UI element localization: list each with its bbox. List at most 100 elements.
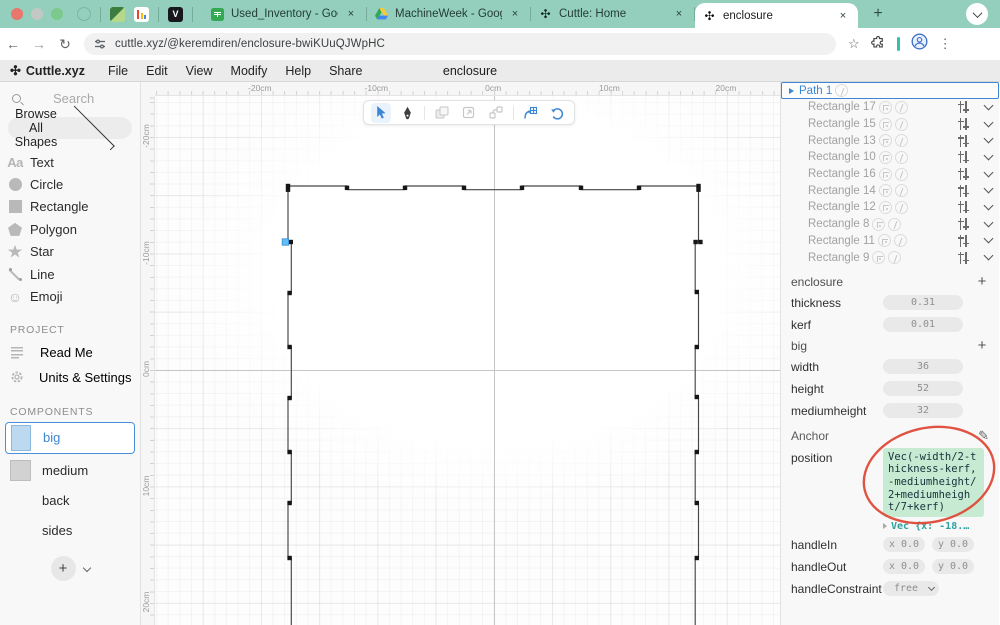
path-node[interactable] xyxy=(578,185,584,190)
path-node[interactable] xyxy=(696,187,701,192)
property-value-input[interactable]: 32 xyxy=(883,403,963,419)
select-tool-button[interactable] xyxy=(370,102,391,123)
corner-radius-icon[interactable] xyxy=(878,117,892,131)
layer-item-rectangle-9[interactable]: Rectangle 9 xyxy=(781,249,999,266)
layer-item-rectangle-17[interactable]: Rectangle 17 xyxy=(781,99,999,116)
path-node[interactable] xyxy=(287,449,292,455)
sidebar-shape-polygon[interactable]: Polygon xyxy=(0,218,140,240)
sidebar-item-readme[interactable]: Read Me xyxy=(0,340,140,365)
position-value-preview[interactable]: Vec {x: -18.… xyxy=(883,519,989,534)
modifier-tool-button[interactable] xyxy=(520,103,540,123)
layer-item-rectangle-12[interactable]: Rectangle 12 xyxy=(781,199,999,216)
path-node[interactable] xyxy=(287,290,292,296)
design-canvas[interactable]: -30cm-20cm-10cm0cm10cm20cm -20cm-10cm0cm… xyxy=(141,82,780,625)
path-node[interactable] xyxy=(287,395,292,401)
sidebar-shape-star[interactable]: Star xyxy=(0,241,140,263)
sidebar-shape-line[interactable]: Line xyxy=(0,263,140,285)
stroke-style-icon[interactable] xyxy=(894,150,908,164)
browser-tab-1[interactable]: Used_Inventory - Google Sh × xyxy=(203,0,366,28)
path-node[interactable] xyxy=(287,500,292,506)
chevron-down-icon[interactable] xyxy=(983,250,994,261)
sidebar-shape-text[interactable]: Aa Text xyxy=(0,151,140,173)
path-node[interactable] xyxy=(694,344,699,350)
path-node[interactable] xyxy=(694,394,699,400)
layer-item-rectangle-15[interactable]: Rectangle 15 xyxy=(781,116,999,133)
browser-tab-3[interactable]: ✣ Cuttle: Home × xyxy=(531,0,694,28)
path-node[interactable] xyxy=(694,449,699,455)
handlein-x-input[interactable]: x 0.0 xyxy=(883,537,925,553)
component-big[interactable]: big xyxy=(5,421,135,454)
new-tab-button[interactable]: + xyxy=(868,5,888,23)
selected-path-node[interactable] xyxy=(281,238,289,246)
path-node[interactable] xyxy=(344,185,350,190)
stroke-style-icon[interactable] xyxy=(894,100,908,114)
modifiers-icon[interactable] xyxy=(958,184,969,197)
property-value-input[interactable]: 36 xyxy=(883,359,963,375)
path-node[interactable] xyxy=(694,500,699,506)
add-component-button[interactable]: + xyxy=(50,555,76,581)
corner-radius-icon[interactable] xyxy=(878,167,892,181)
modifiers-icon[interactable] xyxy=(958,234,969,247)
component-medium[interactable]: medium xyxy=(0,456,140,486)
layer-item-path-1[interactable]: Path 1 xyxy=(781,82,999,99)
edit-pencil-icon[interactable]: ✎ xyxy=(978,428,989,444)
property-value-input[interactable]: 52 xyxy=(883,381,963,397)
component-sides[interactable]: sides xyxy=(0,516,140,546)
menu-share[interactable]: Share xyxy=(320,64,371,78)
menu-file[interactable]: File xyxy=(99,64,137,78)
photos-app-icon[interactable] xyxy=(110,6,125,22)
corner-radius-icon[interactable] xyxy=(877,234,891,248)
chevron-down-icon[interactable] xyxy=(983,117,994,127)
path-node[interactable] xyxy=(519,185,525,190)
chevron-down-icon[interactable] xyxy=(983,217,994,228)
profile-avatar[interactable] xyxy=(911,33,928,55)
sidebar-shape-emoji[interactable]: ☺ Emoji xyxy=(0,285,140,307)
path-1-shape[interactable] xyxy=(141,82,780,625)
browse-all-shapes-button[interactable]: Browse All Shapes xyxy=(8,105,132,151)
boolean-tool-button[interactable] xyxy=(432,103,452,123)
zoom-window-button[interactable] xyxy=(51,8,63,20)
sidebar-item-units-settings[interactable]: Units & Settings xyxy=(0,365,140,390)
modifiers-icon[interactable] xyxy=(958,101,969,114)
modifiers-icon[interactable] xyxy=(958,168,969,181)
chevron-down-icon[interactable] xyxy=(983,133,994,144)
forward-button[interactable]: → xyxy=(26,36,52,52)
stroke-style-icon[interactable] xyxy=(893,234,907,248)
expand-triangle-icon[interactable] xyxy=(789,87,794,94)
rotate-tool-button[interactable] xyxy=(547,103,567,123)
layer-item-rectangle-14[interactable]: Rectangle 14 xyxy=(781,182,999,199)
path-node[interactable] xyxy=(287,344,292,350)
corner-radius-icon[interactable] xyxy=(872,251,886,265)
stroke-style-icon[interactable] xyxy=(894,117,908,131)
expand-triangle-icon[interactable] xyxy=(883,523,887,530)
component-back[interactable]: back xyxy=(0,486,140,516)
path-node[interactable] xyxy=(694,555,699,561)
tab-close-icon[interactable]: × xyxy=(836,10,850,22)
layer-item-rectangle-16[interactable]: Rectangle 16 xyxy=(781,166,999,183)
menu-edit[interactable]: Edit xyxy=(137,64,177,78)
handleconstraint-dropdown[interactable]: free xyxy=(883,581,939,597)
layer-item-rectangle-10[interactable]: Rectangle 10 xyxy=(781,149,999,166)
path-node[interactable] xyxy=(402,185,408,190)
window-controls[interactable] xyxy=(11,8,63,20)
mask-tool-button[interactable] xyxy=(459,103,479,123)
path-node[interactable] xyxy=(693,239,698,245)
stroke-style-icon[interactable] xyxy=(888,251,902,265)
copies-tool-button[interactable] xyxy=(486,103,506,123)
stroke-style-icon[interactable] xyxy=(894,200,908,214)
chevron-down-icon[interactable] xyxy=(983,233,994,244)
layer-item-rectangle-11[interactable]: Rectangle 11 xyxy=(781,233,999,250)
site-settings-icon[interactable] xyxy=(94,38,106,50)
path-node[interactable] xyxy=(285,187,291,192)
close-window-button[interactable] xyxy=(11,8,23,20)
corner-radius-icon[interactable] xyxy=(878,134,892,148)
handleout-x-input[interactable]: x 0.0 xyxy=(883,559,925,575)
sidebar-shape-circle[interactable]: Circle xyxy=(0,173,140,195)
chevron-down-icon[interactable] xyxy=(983,167,994,178)
layer-item-rectangle-13[interactable]: Rectangle 13 xyxy=(781,132,999,149)
chart-app-icon[interactable] xyxy=(134,6,149,22)
stroke-style-icon[interactable] xyxy=(894,134,908,148)
app-brand[interactable]: ✣ Cuttle.xyz xyxy=(10,63,85,79)
menu-help[interactable]: Help xyxy=(276,64,320,78)
chevron-down-icon[interactable] xyxy=(983,150,994,161)
